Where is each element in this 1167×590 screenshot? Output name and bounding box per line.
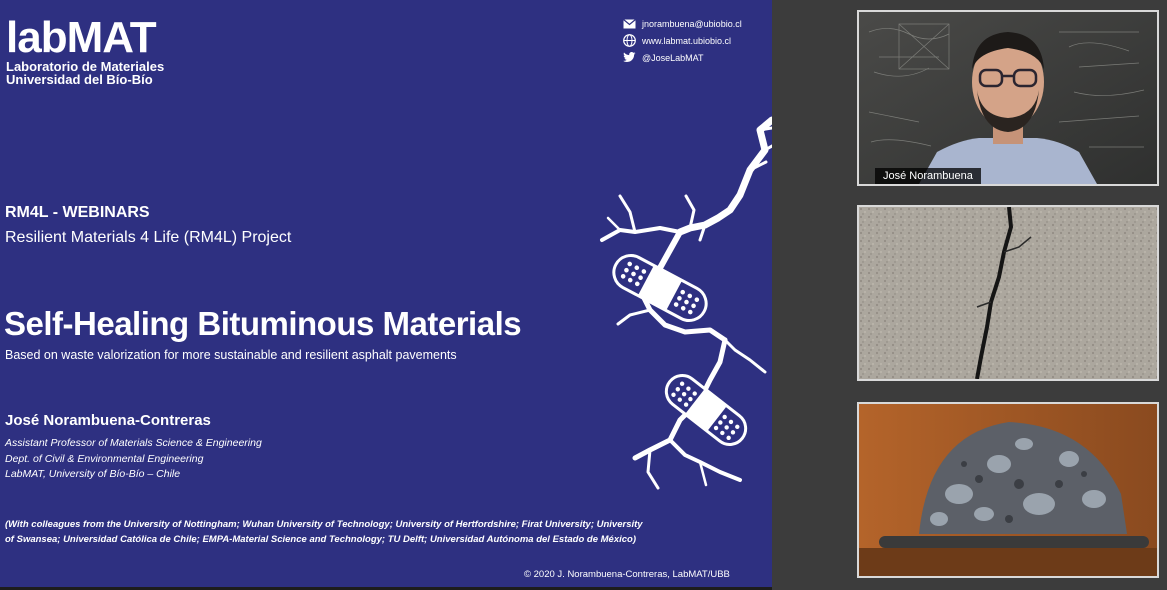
- affiliation-line: Dept. of Civil & Environmental Engineeri…: [5, 452, 204, 465]
- contact-info: jnorambuena@ubiobio.cl www.labmat.ubiobi…: [622, 15, 742, 66]
- logo-wordmark: labMAT: [6, 13, 157, 62]
- twitter-icon: [622, 51, 636, 65]
- speaker-video-tile[interactable]: José Norambuena: [857, 10, 1159, 186]
- asphalt-crack-image[interactable]: [857, 205, 1159, 381]
- affiliation-line: LabMAT, University of Bío-Bío – Chile: [5, 468, 181, 480]
- colleagues-line: (With colleagues from the University of …: [5, 519, 643, 530]
- bandage-icon: [612, 254, 708, 322]
- contact-twitter-row: @JoseLabMAT: [622, 49, 742, 66]
- colleagues-note: (With colleagues from the University of …: [5, 518, 685, 547]
- mail-icon: [622, 17, 636, 31]
- contact-twitter[interactable]: @JoseLabMAT: [642, 53, 704, 63]
- speaker-name-tag: José Norambuena: [875, 168, 981, 184]
- copyright-notice: © 2020 J. Norambuena-Contreras, LabMAT/U…: [524, 569, 730, 580]
- speaker-video: [859, 12, 1157, 184]
- labmat-logo: labMAT Laboratorio de Materiales Univers…: [6, 13, 164, 87]
- slide-subtitle: Based on waste valorization for more sus…: [5, 348, 457, 362]
- contact-email[interactable]: jnorambuena@ubiobio.cl: [642, 19, 742, 29]
- logo-line-2: Universidad del Bío-Bío: [6, 72, 153, 87]
- cracked-asphalt-picture: [859, 207, 1157, 379]
- asphalt-core-picture: [859, 404, 1157, 576]
- colleagues-line: of Swansea; Universidad Católica de Chil…: [5, 533, 636, 545]
- contact-website[interactable]: www.labmat.ubiobio.cl: [642, 36, 731, 46]
- contact-email-row: jnorambuena@ubiobio.cl: [622, 15, 742, 32]
- author-name: José Norambuena-Contreras: [5, 412, 211, 429]
- affiliation-line: Assistant Professor of Materials Science…: [5, 437, 262, 449]
- bandage-icon: [664, 374, 748, 446]
- author-affiliations: Assistant Professor of Materials Science…: [5, 436, 262, 483]
- globe-icon: [622, 34, 636, 48]
- slide-title: Self-Healing Bituminous Materials: [4, 305, 522, 342]
- webinar-series-label: RM4L - WEBINARS: [5, 204, 150, 221]
- project-name: Resilient Materials 4 Life (RM4L) Projec…: [5, 229, 292, 246]
- contact-web-row: www.labmat.ubiobio.cl: [622, 32, 742, 49]
- crack-illustration: [600, 116, 772, 490]
- presentation-slide: labMAT Laboratorio de Materiales Univers…: [0, 0, 772, 587]
- asphalt-sample-image[interactable]: [857, 402, 1159, 578]
